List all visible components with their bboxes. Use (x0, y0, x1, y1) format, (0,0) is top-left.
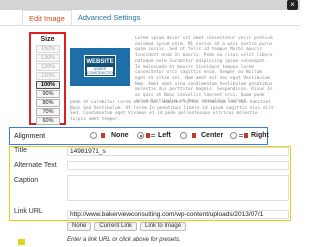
tab-edit-image[interactable]: Edit Image (22, 10, 72, 25)
image-preview: WEBSITE UNDER CONSTRUCTION (70, 48, 130, 86)
align-center-radio[interactable] (180, 132, 187, 139)
link-hint-text: Enter a link URL or click above for pres… (67, 237, 181, 243)
alignment-row: Alignment None Left Center Right (9, 127, 269, 145)
thumbnail-badge: WEBSITE UNDER CONSTRUCTION (84, 55, 116, 77)
tab-divider (0, 25, 300, 26)
caption-textarea[interactable] (67, 175, 289, 201)
align-none-option[interactable]: None (90, 132, 129, 139)
align-right-option[interactable]: Right (230, 132, 269, 139)
link-url-label: Link URL (14, 208, 43, 215)
align-left-icon (146, 132, 155, 139)
link-url-input[interactable]: http://www.bakerviewconsulting.com/wp-co… (67, 210, 289, 219)
align-right-radio[interactable] (230, 132, 237, 139)
align-center-label: Center (201, 132, 224, 139)
align-left-option[interactable]: Left (137, 132, 171, 139)
hint-marker-icon (18, 239, 25, 245)
link-none-button[interactable]: None (67, 222, 92, 231)
size-option-80[interactable]: 80% (36, 99, 60, 107)
size-panel: Size 150% 130% 120% 110% 100% 90% 80% 70… (29, 32, 66, 125)
size-title: Size (40, 36, 55, 43)
align-none-label: None (111, 132, 129, 139)
align-right-icon (239, 132, 248, 139)
align-none-icon (99, 132, 108, 139)
alignment-label: Alignment (14, 133, 46, 140)
align-center-option[interactable]: Center (180, 132, 223, 139)
size-option-150: 150% (36, 45, 60, 53)
size-option-90[interactable]: 90% (36, 90, 60, 98)
size-option-110: 110% (36, 72, 60, 80)
size-option-100[interactable]: 100% (36, 81, 60, 89)
link-preset-buttons: None Current Link Link to Image (67, 222, 187, 231)
title-input[interactable]: 14981971_s (67, 147, 289, 156)
align-right-label: Right (251, 132, 269, 139)
size-option-120: 120% (36, 63, 60, 71)
tab-advanced-settings[interactable]: Advanced Settings (72, 10, 147, 25)
link-to-image-button[interactable]: Link to Image (140, 222, 187, 231)
align-left-radio[interactable] (137, 132, 144, 139)
caption-label: Caption (14, 177, 39, 184)
close-icon[interactable]: × (287, 0, 298, 10)
align-center-icon (189, 132, 198, 139)
current-link-button[interactable]: Current Link (94, 222, 138, 231)
alt-text-label: Alternate Text (14, 162, 57, 169)
size-option-130: 130% (36, 54, 60, 62)
tab-bar: Edit Image Advanced Settings (22, 10, 146, 25)
preview-text-bottom: pede at Curabitur lorem et cursus. Sodal… (70, 100, 274, 123)
size-option-70[interactable]: 70% (36, 108, 60, 116)
title-label: Title (14, 147, 27, 154)
alt-text-input[interactable] (67, 161, 289, 170)
size-option-60[interactable]: 60% (36, 117, 60, 125)
thumbnail-subtitle: UNDER CONSTRUCTION (87, 67, 116, 75)
align-none-radio[interactable] (90, 132, 97, 139)
align-left-label: Left (158, 132, 171, 139)
thumbnail-title: WEBSITE (86, 59, 114, 65)
dialog-title-bar: × (0, 0, 300, 10)
